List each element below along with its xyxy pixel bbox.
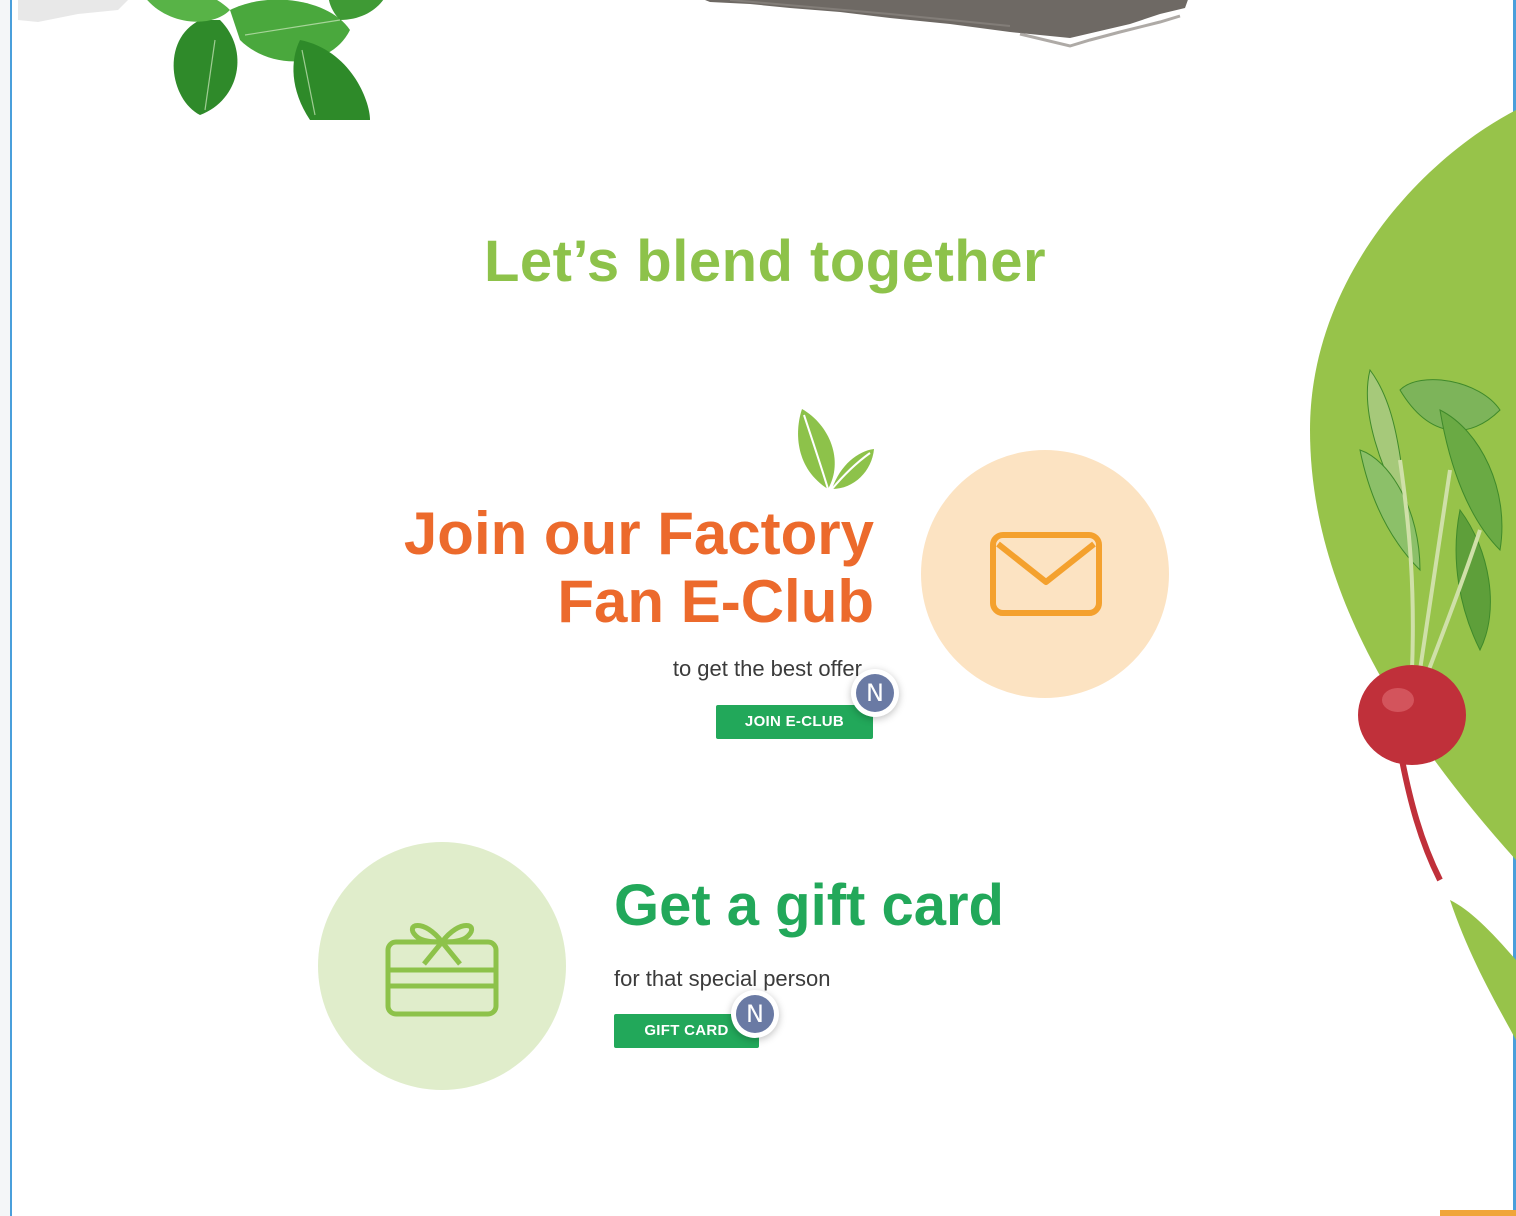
eclub-subtitle: to get the best offer xyxy=(672,656,862,681)
radish-image xyxy=(1358,368,1503,882)
join-eclub-button[interactable]: JOIN E-CLUB xyxy=(716,705,873,739)
gift-card-icon xyxy=(385,923,499,1017)
section-headline: Let’s blend together xyxy=(483,229,1047,294)
footer-accent xyxy=(1440,1210,1516,1216)
overlay-badge-gift[interactable]: N xyxy=(731,990,779,1038)
mint-leaves-image xyxy=(147,0,384,120)
gift-card-subtitle: for that special person xyxy=(614,966,831,991)
window-frame-left xyxy=(0,0,12,1216)
brush-stroke-left-image xyxy=(18,0,128,22)
brush-stroke-image xyxy=(705,0,1188,48)
leaf-icon xyxy=(798,409,874,490)
page: Let’s blend together Join our Factory Fa… xyxy=(0,0,1516,1216)
gift-card-title: Get a gift card xyxy=(614,873,1004,938)
envelope-icon xyxy=(990,532,1102,616)
badge-letter: N xyxy=(856,674,894,712)
overlay-badge-eclub[interactable]: N xyxy=(851,669,899,717)
eclub-title-line2: Fan E-Club xyxy=(557,568,874,635)
eclub-title-line1: Join our Factory xyxy=(403,500,874,567)
eclub-title: Join our Factory Fan E-Club xyxy=(314,500,874,636)
badge-letter: N xyxy=(736,995,774,1033)
